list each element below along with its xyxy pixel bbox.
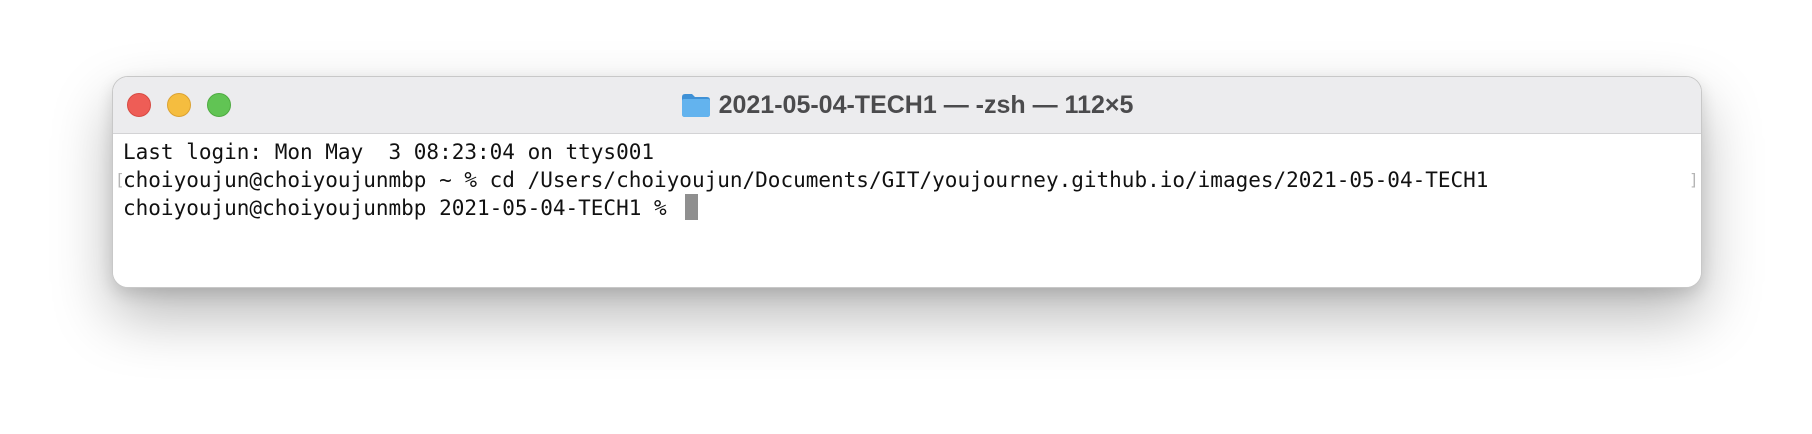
folder-icon (681, 94, 710, 117)
terminal-prompt-line[interactable]: choiyoujun@choiyoujunmbp 2021-05-04-TECH… (123, 194, 699, 222)
terminal-line-last-login: Last login: Mon May 3 08:23:04 on ttys00… (123, 140, 655, 164)
desktop-background: 2021-05-04-TECH1 — -zsh — 112×5 Last log… (0, 0, 1812, 434)
terminal-content[interactable]: Last login: Mon May 3 08:23:04 on ttys00… (113, 134, 1701, 287)
terminal-prompt: choiyoujun@choiyoujunmbp 2021-05-04-TECH… (123, 196, 680, 220)
window-title-group: 2021-05-04-TECH1 — -zsh — 112×5 (113, 77, 1701, 133)
window-title: 2021-05-04-TECH1 — -zsh — 112×5 (718, 90, 1134, 119)
window-titlebar[interactable]: 2021-05-04-TECH1 — -zsh — 112×5 (113, 77, 1701, 134)
line-mark-right: ] (1689, 170, 1699, 189)
text-cursor (685, 194, 699, 220)
line-mark-left: [ (115, 170, 125, 189)
terminal-window: 2021-05-04-TECH1 — -zsh — 112×5 Last log… (112, 76, 1702, 288)
terminal-line-cd-command: choiyoujun@choiyoujunmbp ~ % cd /Users/c… (123, 168, 1489, 192)
